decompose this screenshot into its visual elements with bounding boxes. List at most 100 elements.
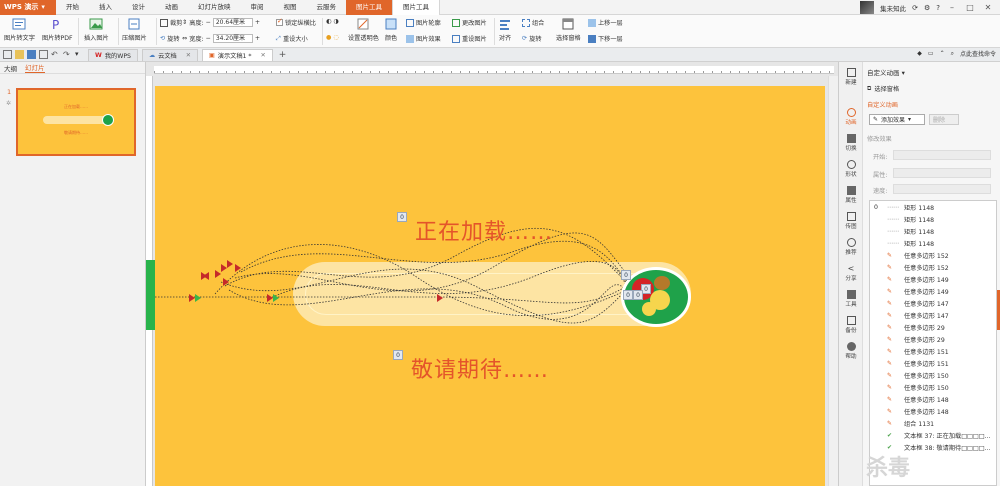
add-effect-button[interactable]: ✎ 添加效果 ▾ <box>869 114 925 125</box>
slide-canvas[interactable]: 0 0 0 0 0 正在加载…… 0 敬请期待…… <box>155 86 825 486</box>
start-marker[interactable] <box>195 294 201 302</box>
help-icon[interactable]: ? <box>936 4 940 12</box>
motion-path[interactable] <box>274 261 638 297</box>
print-icon[interactable] <box>39 50 48 59</box>
animation-list-item[interactable]: ✎ 任意多边形 149 <box>870 273 996 285</box>
text-anim-tag[interactable]: 0 <box>397 212 407 222</box>
pin-icon[interactable]: ◆ <box>917 50 922 57</box>
brightness-buttons[interactable]: ● ◌ <box>326 34 339 41</box>
motion-path[interactable] <box>214 244 636 317</box>
lock-ratio-check[interactable] <box>276 17 283 26</box>
text-anim-tag[interactable]: 0 <box>393 350 403 360</box>
minimize-button[interactable]: – <box>946 3 958 12</box>
change-pic-button[interactable]: 更改图片 <box>452 18 487 27</box>
new-tab-icon[interactable]: + <box>279 50 287 60</box>
stop-marker[interactable] <box>203 272 209 280</box>
group-button[interactable]: 组合 <box>522 18 544 27</box>
width-decrease[interactable]: − <box>206 35 211 42</box>
save-icon[interactable] <box>27 50 36 59</box>
doc-tab-presentation[interactable]: ▣ 演示文稿1 * ✕ <box>201 48 273 61</box>
animation-list-item[interactable]: ✎ 任意多边形 151 <box>870 357 996 369</box>
side-properties[interactable]: 属性 <box>839 186 863 204</box>
pic-to-pdf-button[interactable]: P 图片转PDF <box>42 17 73 42</box>
find-command[interactable]: 点此查找命令 <box>960 49 996 58</box>
side-tools[interactable]: 工具 <box>839 290 863 308</box>
open-file-icon[interactable] <box>15 50 24 59</box>
redo-icon[interactable]: ↷ <box>63 50 72 59</box>
side-transition[interactable]: 切换 <box>839 134 863 152</box>
tab-slideshow[interactable]: 幻灯片放映 <box>188 0 241 15</box>
stop-marker[interactable] <box>221 264 227 272</box>
side-backup[interactable]: 备份 <box>839 316 863 334</box>
close-icon[interactable]: ✕ <box>261 52 266 59</box>
slide-thumbnail[interactable]: 正在加载…… 敬请期待…… <box>16 88 136 156</box>
restore-icon[interactable]: ▭ <box>928 50 934 57</box>
contrast-buttons[interactable]: ◐ ◑ <box>326 18 339 25</box>
stop-marker[interactable] <box>227 260 233 268</box>
crop-button[interactable]: 裁剪 <box>160 18 182 27</box>
animation-list-item[interactable]: ✔ 文本框 37: 正在加载□□□□... <box>870 429 996 441</box>
start-select[interactable] <box>893 150 991 160</box>
motion-path[interactable] <box>240 240 644 295</box>
expand-icon[interactable]: ⌃ <box>940 50 945 57</box>
doc-tab-cloud[interactable]: ☁ 云文档 ✕ <box>141 48 198 61</box>
rotate-button[interactable]: ⟲ 旋转 <box>160 34 180 43</box>
animation-list[interactable]: 0 ⋯⋯ 矩形 1148 ⋯⋯ 矩形 1148 ⋯⋯ 矩形 1148 ⋯⋯ 矩形 1148 ✎ 任意… <box>869 200 997 486</box>
tab-outline[interactable]: 大纲 <box>4 63 17 73</box>
animation-tag[interactable]: 0 <box>623 290 633 300</box>
side-help[interactable]: 帮助 <box>839 342 863 360</box>
animation-list-item[interactable]: ✎ 任意多边形 150 <box>870 381 996 393</box>
animation-list-item[interactable]: ⋯⋯ 矩形 1148 <box>870 213 996 225</box>
animation-list-item[interactable]: ✎ 组合 1131 <box>870 417 996 429</box>
set-transparent-button[interactable]: 设置透明色 <box>348 17 379 42</box>
height-increase[interactable]: + <box>255 19 260 26</box>
close-icon[interactable]: ✕ <box>186 52 191 59</box>
bring-forward-button[interactable]: 上移一层 <box>588 18 623 27</box>
tab-animation[interactable]: 动画 <box>155 0 188 15</box>
tab-picture-tools[interactable]: 图片工具 <box>392 0 440 15</box>
send-backward-button[interactable]: 下移一层 <box>588 34 623 43</box>
animation-tag[interactable]: 0 <box>621 270 631 280</box>
compress-button[interactable]: 压缩图片 <box>122 17 147 42</box>
motion-path[interactable] <box>155 285 628 304</box>
close-button[interactable]: ✕ <box>982 3 994 12</box>
app-menu-button[interactable]: WPS 演示 ▾ <box>0 0 56 15</box>
height-input[interactable]: 20.64厘米 <box>212 18 253 27</box>
doc-tab-mywps[interactable]: W 我的WPS <box>88 48 138 61</box>
select-pane-button[interactable]: 选择窗格 <box>556 17 581 42</box>
stop-marker[interactable] <box>189 294 195 302</box>
search-icon[interactable]: ⌕ <box>951 50 954 58</box>
height-decrease[interactable]: − <box>206 19 211 26</box>
animation-list-item[interactable]: ✎ 任意多边形 147 <box>870 297 996 309</box>
tab-insert[interactable]: 插入 <box>89 0 122 15</box>
sync-icon[interactable]: ⟳ <box>912 4 918 12</box>
animation-tag[interactable]: 0 <box>633 290 643 300</box>
side-recommend[interactable]: 推荐 <box>839 238 863 256</box>
tab-start[interactable]: 开始 <box>56 0 89 15</box>
animation-list-item[interactable]: ✎ 任意多边形 29 <box>870 333 996 345</box>
stop-marker[interactable] <box>437 294 443 302</box>
rotate2-button[interactable]: ⟳ 旋转 <box>522 34 542 43</box>
animation-list-item[interactable]: ✎ 任意多边形 150 <box>870 369 996 381</box>
stop-marker[interactable] <box>267 294 273 302</box>
animation-list-item[interactable]: ✎ 任意多边形 147 <box>870 309 996 321</box>
tab-view[interactable]: 视图 <box>274 0 307 15</box>
side-share[interactable]: < 分享 <box>839 264 863 282</box>
tab-cloud[interactable]: 云服务 <box>307 0 347 15</box>
user-name[interactable]: 集未知此 <box>880 3 906 13</box>
animation-list-item[interactable]: ✎ 任意多边形 151 <box>870 345 996 357</box>
side-new[interactable]: 新建 <box>839 68 863 86</box>
tab-design[interactable]: 设计 <box>122 0 155 15</box>
lock-ratio-checkbox[interactable]: 锁定纵横比 <box>276 17 316 27</box>
insert-pic-button[interactable]: 插入图片 <box>84 17 109 42</box>
animation-list-item[interactable]: 0 ⋯⋯ 矩形 1148 <box>870 201 996 213</box>
animation-list-item[interactable]: ✎ 任意多边形 152 <box>870 249 996 261</box>
vertical-scrollbar[interactable] <box>828 76 838 486</box>
new-file-icon[interactable] <box>3 50 12 59</box>
motion-path[interactable] <box>228 284 632 320</box>
loading-text[interactable]: 正在加载…… <box>415 214 553 246</box>
avatar[interactable] <box>860 1 875 14</box>
animation-list-item[interactable]: ⋯⋯ 矩形 1148 <box>870 237 996 249</box>
animation-list-item[interactable]: ✎ 任意多边形 148 <box>870 393 996 405</box>
tab-slides[interactable]: 幻灯片 <box>25 62 45 73</box>
